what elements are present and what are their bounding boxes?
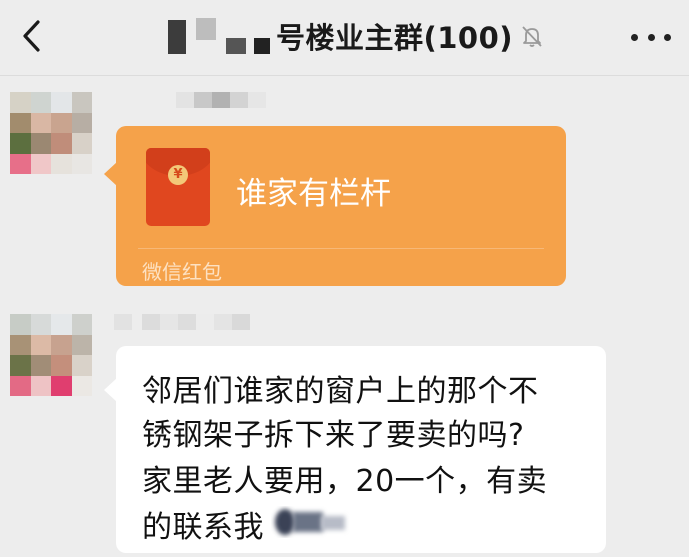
message-text-line: 锈钢架子拆下来了要卖的吗? <box>142 418 525 453</box>
mute-bell-icon <box>522 26 542 47</box>
redacted-title-prefix <box>168 18 270 54</box>
sender-name-redacted <box>114 314 250 330</box>
sender-avatar[interactable] <box>10 92 92 174</box>
sender-avatar[interactable] <box>10 314 92 396</box>
message-text-line: 邻居们谁家的窗户上的那个不 <box>142 374 539 409</box>
redacted-contact-blur <box>275 509 345 535</box>
message-text-line: 家里老人要用，20一个，有卖 <box>142 464 548 499</box>
text-message-bubble[interactable]: 邻居们谁家的窗户上的那个不 锈钢架子拆下来了要卖的吗? 家里老人要用，20一个，… <box>104 346 606 553</box>
more-options-button[interactable] <box>631 22 671 52</box>
red-packet-greeting: 谁家有栏杆 <box>236 176 391 212</box>
dot-icon <box>647 33 655 41</box>
divider <box>138 248 544 249</box>
dot-icon <box>664 33 671 41</box>
dot-icon <box>631 33 638 41</box>
chat-title-text: 号楼业主群(100) <box>276 21 514 55</box>
red-packet-message[interactable]: ¥ 谁家有栏杆 微信红包 <box>104 126 566 286</box>
message-text-line: 的联系我 <box>142 510 264 545</box>
back-button[interactable] <box>14 14 54 58</box>
red-envelope-icon: ¥ <box>146 148 210 226</box>
chevron-left-icon <box>23 20 40 52</box>
sender-name-redacted <box>176 92 266 108</box>
chat-header: 号楼业主群(100) <box>0 0 689 76</box>
chat-title[interactable]: 号楼业主群(100) <box>168 12 545 60</box>
red-packet-label: 微信红包 <box>142 260 222 284</box>
